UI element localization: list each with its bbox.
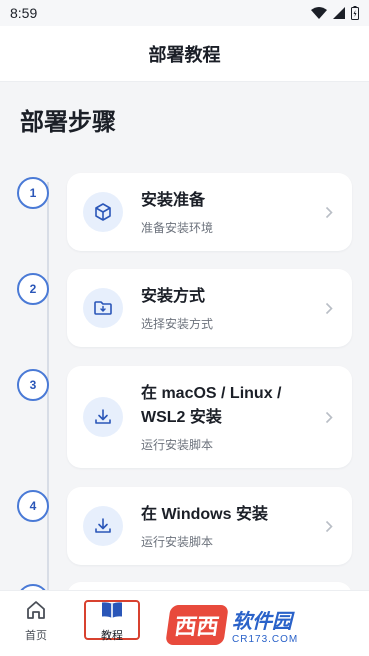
page-title: 部署教程 — [148, 44, 221, 65]
wifi-icon — [311, 7, 327, 19]
step-title-line-1: 在 macOS / Linux / — [141, 384, 282, 402]
step-subtitle: 准备安装环境 — [141, 220, 214, 235]
step-card-install-macos-linux[interactable]: 在 macOS / Linux / WSL2 安装 运行安装脚本 — [67, 366, 352, 468]
nav-label-tutorial: 教程 — [101, 630, 123, 642]
watermark: 西西 软件园 CR173.COM — [165, 596, 368, 654]
step-number-1: 1 — [17, 177, 49, 209]
battery-icon — [351, 6, 359, 20]
step-card-5[interactable] — [67, 582, 352, 590]
section-title: 部署步骤 — [20, 109, 116, 136]
download-icon — [83, 506, 123, 546]
signal-icon — [333, 7, 345, 19]
step-subtitle: 运行安装脚本 — [141, 534, 214, 549]
content-area[interactable]: 部署步骤 1 安装准备 准备安装环境 2 安装方式 选择安装方式 3 在 mac… — [0, 82, 369, 590]
step-subtitle: 选择安装方式 — [141, 316, 214, 331]
folder-download-icon — [83, 288, 123, 328]
status-time: 8:59 — [10, 5, 38, 21]
download-icon — [83, 397, 123, 437]
app-bar: 部署教程 — [0, 26, 369, 82]
step-card-install-method[interactable]: 安装方式 选择安装方式 — [67, 269, 352, 347]
nav-item-tutorial[interactable]: 教程 — [82, 599, 142, 643]
cube-icon — [83, 192, 123, 232]
watermark-logo: 西西 — [165, 605, 229, 645]
watermark-text: 软件园 — [232, 611, 292, 633]
book-icon — [102, 602, 122, 618]
nav-item-home[interactable]: 首页 — [6, 599, 66, 643]
step-title: 在 Windows 安装 — [141, 505, 268, 523]
step-number-4: 4 — [17, 490, 49, 522]
status-icons — [311, 6, 359, 20]
chevron-right-icon — [322, 520, 336, 533]
step-card-install-windows[interactable]: 在 Windows 安装 运行安装脚本 — [67, 487, 352, 565]
home-icon — [27, 601, 45, 619]
step-title: 安装准备 — [141, 191, 206, 209]
chevron-right-icon — [322, 411, 336, 424]
step-number-3: 3 — [17, 369, 49, 401]
step-number-2: 2 — [17, 273, 49, 305]
step-subtitle: 运行安装脚本 — [141, 437, 214, 452]
watermark-url: CR173.COM — [232, 634, 299, 645]
chevron-right-icon — [322, 302, 336, 315]
chevron-right-icon — [322, 206, 336, 219]
step-title-line-2: WSL2 安装 — [141, 408, 222, 426]
status-bar: 8:59 — [0, 0, 369, 26]
nav-label-home: 首页 — [25, 630, 47, 642]
step-card-install-prep[interactable]: 安装准备 准备安装环境 — [67, 173, 352, 251]
step-title: 安装方式 — [141, 287, 206, 305]
